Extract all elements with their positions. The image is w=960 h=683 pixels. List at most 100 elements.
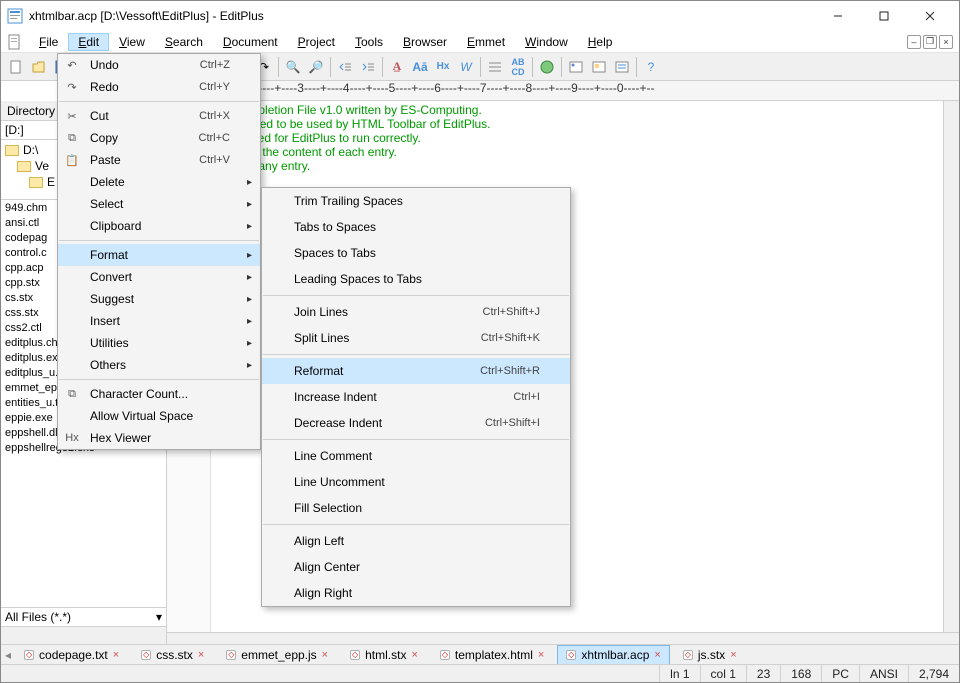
- tab-templatex-html[interactable]: ◇templatex.html×: [431, 645, 553, 665]
- file-filter[interactable]: All Files (*.*) ▾: [1, 607, 166, 626]
- menu-item-label: Redo: [90, 80, 179, 94]
- window-title: xhtmlbar.acp [D:\Vessoft\EditPlus] - Edi…: [29, 9, 815, 23]
- tab-css-stx[interactable]: ◇css.stx×: [132, 645, 213, 665]
- tab-close-icon[interactable]: ×: [113, 649, 119, 661]
- menu-browser[interactable]: Browser: [393, 33, 457, 51]
- minimize-button[interactable]: [815, 1, 861, 31]
- spell-icon[interactable]: Aā: [409, 56, 431, 78]
- menu-item-fill-selection[interactable]: Fill Selection: [262, 495, 570, 521]
- tab-codepage-txt[interactable]: ◇codepage.txt×: [15, 645, 128, 665]
- ruler-icon[interactable]: [484, 56, 506, 78]
- tab-js-stx[interactable]: ◇js.stx×: [674, 645, 746, 665]
- menu-item-insert[interactable]: Insert▸: [58, 310, 260, 332]
- tab-close-icon[interactable]: ×: [322, 649, 328, 661]
- menu-item-label: Line Comment: [294, 449, 540, 463]
- menu-item-shortcut: Ctrl+Shift+K: [481, 332, 540, 344]
- close-button[interactable]: [907, 1, 953, 31]
- menu-item-join-lines[interactable]: Join LinesCtrl+Shift+J: [262, 299, 570, 325]
- menu-file[interactable]: File: [29, 33, 68, 51]
- menu-item-align-center[interactable]: Align Center: [262, 554, 570, 580]
- menu-item-copy[interactable]: ⧉CopyCtrl+C: [58, 127, 260, 149]
- menu-item-paste[interactable]: 📋PasteCtrl+V: [58, 149, 260, 171]
- menu-item-align-right[interactable]: Align Right: [262, 580, 570, 606]
- tool3-icon[interactable]: [611, 56, 633, 78]
- mdi-close-icon[interactable]: ×: [939, 35, 953, 49]
- mdi-restore-icon[interactable]: ❐: [923, 35, 937, 49]
- menu-item-label: Align Right: [294, 586, 540, 600]
- menu-item-label: Tabs to Spaces: [294, 220, 540, 234]
- browser-icon[interactable]: [536, 56, 558, 78]
- tab-close-icon[interactable]: ×: [538, 649, 544, 661]
- menu-emmet[interactable]: Emmet: [457, 33, 515, 51]
- menu-item-others[interactable]: Others▸: [58, 354, 260, 376]
- menu-item-tabs-to-spaces[interactable]: Tabs to Spaces: [262, 214, 570, 240]
- menu-item-select[interactable]: Select▸: [58, 193, 260, 215]
- menu-item-suggest[interactable]: Suggest▸: [58, 288, 260, 310]
- menu-item-trim-trailing-spaces[interactable]: Trim Trailing Spaces: [262, 188, 570, 214]
- font-icon[interactable]: A̲: [386, 56, 408, 78]
- vertical-scrollbar[interactable]: [943, 101, 959, 632]
- tool2-icon[interactable]: [588, 56, 610, 78]
- tab-html-stx[interactable]: ◇html.stx×: [341, 645, 427, 665]
- column-icon[interactable]: ABCD: [507, 56, 529, 78]
- maximize-button[interactable]: [861, 1, 907, 31]
- menu-document[interactable]: Document: [213, 33, 288, 51]
- tool1-icon[interactable]: [565, 56, 587, 78]
- menu-item-spaces-to-tabs[interactable]: Spaces to Tabs: [262, 240, 570, 266]
- mdi-minimize-icon[interactable]: –: [907, 35, 921, 49]
- menu-item-line-comment[interactable]: Line Comment: [262, 443, 570, 469]
- zoom-in-icon[interactable]: 🔍: [282, 56, 304, 78]
- menu-item-allow-virtual-space[interactable]: Allow Virtual Space: [58, 405, 260, 427]
- menu-item-reformat[interactable]: ReformatCtrl+Shift+R: [262, 358, 570, 384]
- submenu-arrow-icon: ▸: [247, 221, 252, 232]
- menu-item-undo[interactable]: ↶UndoCtrl+Z: [58, 54, 260, 76]
- tab-label: html.stx: [365, 648, 406, 662]
- tab-label: js.stx: [698, 648, 725, 662]
- menu-item-shortcut: Ctrl+Shift+I: [485, 417, 540, 429]
- tab-emmet_epp-js[interactable]: ◇emmet_epp.js×: [217, 645, 337, 665]
- menu-item-increase-indent[interactable]: Increase IndentCtrl+I: [262, 384, 570, 410]
- menu-project[interactable]: Project: [288, 33, 345, 51]
- menu-item-line-uncomment[interactable]: Line Uncomment: [262, 469, 570, 495]
- decrease-indent-icon[interactable]: [334, 56, 356, 78]
- help-icon[interactable]: ?: [640, 56, 662, 78]
- tab-close-icon[interactable]: ×: [198, 649, 204, 661]
- menu-item-redo[interactable]: ↷RedoCtrl+Y: [58, 76, 260, 98]
- menu-item-cut[interactable]: ✂CutCtrl+X: [58, 105, 260, 127]
- menu-item-shortcut: Ctrl+Shift+R: [480, 365, 540, 377]
- submenu-arrow-icon: ▸: [247, 250, 252, 261]
- menu-edit[interactable]: Edit: [68, 33, 109, 51]
- menu-item-label: Insert: [90, 314, 230, 328]
- menu-item-format[interactable]: Format▸: [58, 244, 260, 266]
- increase-indent-icon[interactable]: [357, 56, 379, 78]
- menu-window[interactable]: Window: [515, 33, 578, 51]
- menu-item-delete[interactable]: Delete▸: [58, 171, 260, 193]
- zoom-out-icon[interactable]: 🔎: [305, 56, 327, 78]
- tab-xhtmlbar-acp[interactable]: ◇xhtmlbar.acp×: [557, 645, 669, 665]
- menu-item-align-left[interactable]: Align Left: [262, 528, 570, 554]
- tab-close-icon[interactable]: ×: [730, 649, 736, 661]
- menu-item-split-lines[interactable]: Split LinesCtrl+Shift+K: [262, 325, 570, 351]
- hex-icon[interactable]: Hx: [432, 56, 454, 78]
- tab-close-icon[interactable]: ×: [654, 649, 660, 661]
- menu-item-shortcut: Ctrl+X: [199, 110, 230, 122]
- menu-item-leading-spaces-to-tabs[interactable]: Leading Spaces to Tabs: [262, 266, 570, 292]
- menu-search[interactable]: Search: [155, 33, 213, 51]
- menu-item-hex-viewer[interactable]: HxHex Viewer: [58, 427, 260, 449]
- menu-item-convert[interactable]: Convert▸: [58, 266, 260, 288]
- menu-item-label: Copy: [90, 131, 179, 145]
- new-icon[interactable]: [5, 56, 27, 78]
- submenu-arrow-icon: ▸: [247, 272, 252, 283]
- menu-item-character-count-[interactable]: ⧉Character Count...: [58, 383, 260, 405]
- status-mode: PC: [821, 665, 859, 682]
- open-icon[interactable]: [28, 56, 50, 78]
- menu-item-utilities[interactable]: Utilities▸: [58, 332, 260, 354]
- tab-scroll-left-icon[interactable]: ◂: [5, 648, 11, 662]
- tab-close-icon[interactable]: ×: [411, 649, 417, 661]
- menu-tools[interactable]: Tools: [345, 33, 393, 51]
- menu-item-decrease-indent[interactable]: Decrease IndentCtrl+Shift+I: [262, 410, 570, 436]
- menu-item-clipboard[interactable]: Clipboard▸: [58, 215, 260, 237]
- menu-view[interactable]: View: [109, 33, 155, 51]
- wordwrap-icon[interactable]: W: [455, 56, 477, 78]
- menu-help[interactable]: Help: [578, 33, 623, 51]
